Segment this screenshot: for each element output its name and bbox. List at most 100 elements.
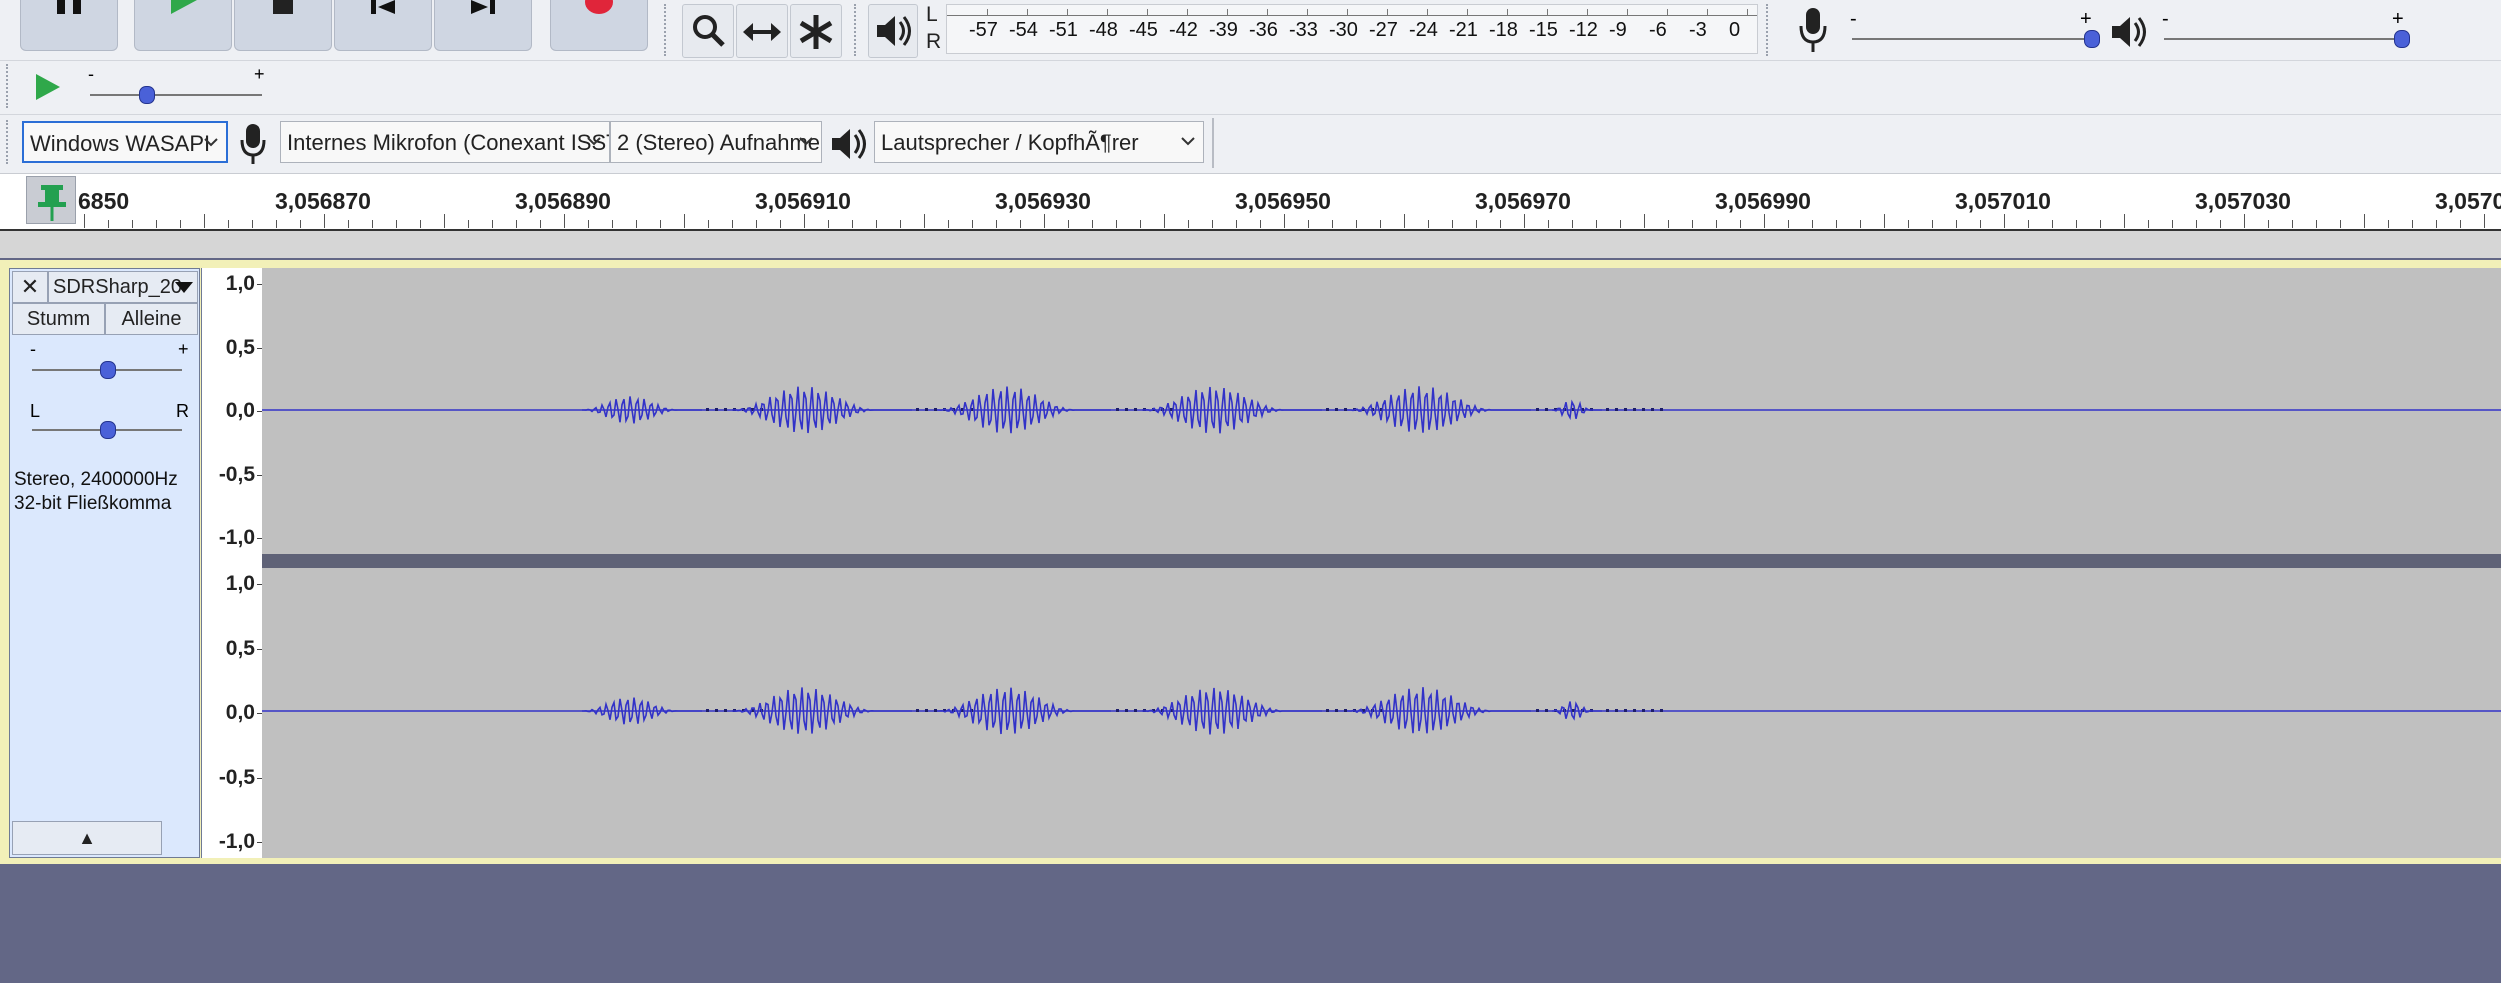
track-gain-slider[interactable]: - + — [30, 339, 190, 385]
timeline-tick — [1452, 220, 1453, 228]
playback-volume-slider[interactable]: - + — [2162, 8, 2410, 52]
track-close-button[interactable]: ✕ — [12, 271, 48, 303]
timeline-tick — [1524, 214, 1525, 228]
play-meter-button[interactable] — [868, 4, 918, 58]
solo-button[interactable]: Alleine — [105, 303, 198, 335]
timeline-label: 3,0570 — [2435, 188, 2501, 214]
skip-start-button[interactable] — [334, 0, 432, 51]
meter-tick — [1627, 9, 1628, 15]
timeline-tick — [732, 220, 733, 228]
timeline-tick — [1836, 220, 1837, 228]
track-control-panel[interactable]: ✕ SDRSharp_20 Stumm Alleine - + L R Ster… — [9, 268, 200, 858]
playback-device-select[interactable]: Lautsprecher / KopfhÃ¶rer — [874, 121, 1204, 163]
sample-dot — [1633, 709, 1636, 712]
meter-tick-label: -39 — [1209, 19, 1238, 41]
timeline-tick — [1548, 220, 1549, 228]
timeline-tick — [1380, 220, 1381, 228]
stop-button[interactable] — [234, 0, 332, 51]
timeline-tick — [612, 220, 613, 228]
track-name: SDRSharp_20 — [53, 276, 182, 298]
timeline-label: 3,056890 — [515, 188, 611, 214]
toolbar-grip[interactable] — [6, 120, 14, 164]
timeline-label: 6850 — [78, 188, 130, 214]
timeline-tick — [1428, 220, 1429, 228]
amplitude-label: 0,5 — [225, 636, 255, 660]
zoom-tool-button[interactable] — [682, 4, 734, 58]
time-shift-tool-button[interactable] — [736, 4, 788, 58]
play-button[interactable] — [134, 0, 232, 51]
collapse-icon: ▲ — [78, 828, 96, 848]
mute-button[interactable]: Stumm — [12, 303, 105, 335]
vertical-amplitude-ruler[interactable]: 1,0 0,5 0,0 -0,5 -1,0 1,0 0,5 0,0 -0,5 -1,0 — [201, 268, 263, 858]
timeline-tick — [756, 220, 757, 228]
timeline-tick — [300, 220, 301, 228]
toolbar-grip[interactable] — [1766, 4, 1774, 56]
sample-dot — [1134, 709, 1137, 712]
audio-host-select[interactable]: Windows WASAPI — [22, 121, 228, 163]
timeline-tick — [1884, 214, 1885, 228]
slider-thumb[interactable] — [100, 361, 116, 379]
timeline-tick — [684, 214, 685, 228]
meter-tick — [1507, 9, 1508, 15]
timeline-tick — [1788, 220, 1789, 228]
timeline-tick — [2004, 214, 2005, 228]
slider-thumb[interactable] — [2394, 30, 2410, 48]
timeline-tick — [1212, 220, 1213, 228]
timeline-tick — [2244, 214, 2245, 228]
pause-button[interactable] — [20, 0, 118, 51]
timeline-tick — [1332, 220, 1333, 228]
timeline-tick — [1692, 220, 1693, 228]
play-speed-slider[interactable]: - + — [88, 64, 268, 108]
recording-device-select[interactable]: Internes Mikrofon (Conexant ISST Audio) — [280, 121, 610, 163]
timeline-tick — [1980, 220, 1981, 228]
meter-tick — [1747, 9, 1748, 15]
sample-dot — [1624, 709, 1627, 712]
timeline-tick — [2436, 220, 2437, 228]
timeline-tick — [468, 220, 469, 228]
track-collapse-button[interactable]: ▲ — [12, 821, 162, 855]
playback-meter[interactable]: -57 -54 -51 -48 -45 -42 -39 -36 -33 -30 -27 -24 -21-… — [946, 4, 1758, 54]
audio-host-value: Windows WASAPI — [30, 131, 211, 156]
skip-start-icon — [371, 0, 395, 14]
chevron-down-icon — [1181, 137, 1195, 146]
sample-dot — [1606, 408, 1609, 411]
sample-dot — [1545, 408, 1548, 411]
timeline-tick — [2292, 220, 2293, 228]
timeline-tick — [348, 220, 349, 228]
sample-dot — [1660, 709, 1663, 712]
meter-tick — [1027, 9, 1028, 15]
record-button[interactable] — [550, 0, 648, 51]
amplitude-label: -0,5 — [218, 462, 255, 486]
skip-end-button[interactable] — [434, 0, 532, 51]
timeline-tick — [1476, 220, 1477, 228]
recording-channels-select[interactable]: 2 (Stereo) Aufnahmekanäle — [610, 121, 822, 163]
multi-tool-button[interactable] — [790, 4, 842, 58]
slider-thumb[interactable] — [2084, 30, 2100, 48]
recording-volume-slider[interactable]: - + — [1850, 8, 2100, 52]
track-name-menu-button[interactable]: SDRSharp_20 — [48, 271, 198, 303]
timeline-tick — [636, 220, 637, 228]
sample-dot — [1344, 408, 1347, 411]
meter-tick — [1187, 9, 1188, 15]
track-pan-slider[interactable]: L R — [30, 401, 190, 445]
recording-channels-value: 2 (Stereo) Aufnahmekanäle — [617, 130, 821, 155]
timeline-scrub-strip[interactable] — [0, 229, 2501, 258]
chevron-down-icon — [799, 137, 813, 146]
toolbar-grip[interactable] — [6, 64, 14, 108]
meter-tick — [1387, 9, 1388, 15]
slider-thumb[interactable] — [100, 421, 116, 439]
toolbar-grip[interactable] — [854, 4, 862, 56]
play-at-speed-button[interactable] — [24, 66, 68, 108]
meter-tick-label: 0 — [1729, 19, 1741, 41]
timeline-tick — [228, 220, 229, 228]
timeline-tick — [2028, 220, 2029, 228]
record-icon — [585, 0, 613, 14]
pin-play-head-button[interactable] — [26, 176, 76, 224]
timeline-label: 3,056870 — [275, 188, 371, 214]
timeline-tick — [1596, 220, 1597, 228]
timeline-ruler[interactable]: 6850 3,056870 3,056890 3,056910 3,056930 3,0… — [0, 173, 2501, 230]
slider-thumb[interactable] — [139, 86, 155, 104]
timeline-tick — [1932, 220, 1933, 228]
toolbar-grip[interactable] — [664, 4, 672, 56]
meter-tick-label: -51 — [1049, 19, 1078, 41]
